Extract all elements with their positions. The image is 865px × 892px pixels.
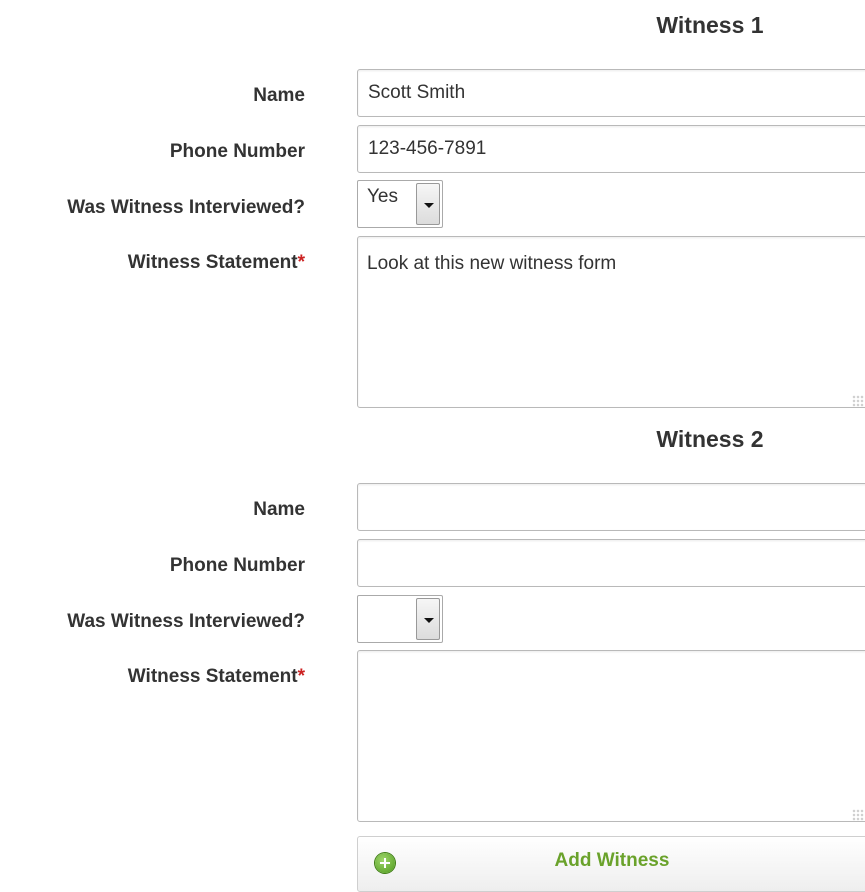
required-marker: * bbox=[297, 252, 305, 273]
witness-2-statement-label-text: Witness Statement bbox=[127, 666, 298, 687]
witness-2-name-label: Name bbox=[253, 499, 305, 520]
witness-1-interviewed-select[interactable]: Yes bbox=[357, 180, 443, 228]
witness-1-statement-label-text: Witness Statement bbox=[127, 252, 298, 273]
resize-grip-icon[interactable] bbox=[852, 809, 864, 821]
witness-1-interviewed-value: Yes bbox=[367, 186, 398, 207]
chevron-down-icon bbox=[424, 618, 434, 623]
witness-2-interviewed-select[interactable] bbox=[357, 595, 443, 643]
witness-2-name-input[interactable] bbox=[357, 483, 865, 531]
witness-1-heading: Witness 1 bbox=[656, 12, 764, 38]
add-witness-label: Add Witness bbox=[554, 850, 670, 871]
witness-1-interviewed-dropdown-button[interactable] bbox=[416, 183, 440, 225]
witness-1-interviewed-label: Was Witness Interviewed? bbox=[67, 197, 305, 218]
witness-1-name-label: Name bbox=[253, 85, 305, 106]
witness-2-heading: Witness 2 bbox=[656, 426, 764, 452]
witness-2-interviewed-label: Was Witness Interviewed? bbox=[67, 611, 305, 632]
witness-2-statement-label: Witness Statement* bbox=[128, 666, 305, 688]
witness-1-phone-input[interactable] bbox=[357, 125, 865, 173]
witness-1-statement-textarea[interactable]: Look at this new witness form bbox=[357, 236, 865, 408]
witness-2-phone-input[interactable] bbox=[357, 539, 865, 587]
witness-2-statement-textarea[interactable] bbox=[357, 650, 865, 822]
witness-1-phone-label: Phone Number bbox=[169, 141, 305, 162]
witness-2-interviewed-dropdown-button[interactable] bbox=[416, 598, 440, 640]
chevron-down-icon bbox=[424, 203, 434, 208]
witness-2-phone-label: Phone Number bbox=[169, 555, 305, 576]
witness-1-statement-label: Witness Statement* bbox=[128, 252, 305, 274]
resize-grip-icon[interactable] bbox=[852, 395, 864, 407]
witness-1-name-input[interactable] bbox=[357, 69, 865, 117]
required-marker: * bbox=[297, 666, 305, 687]
